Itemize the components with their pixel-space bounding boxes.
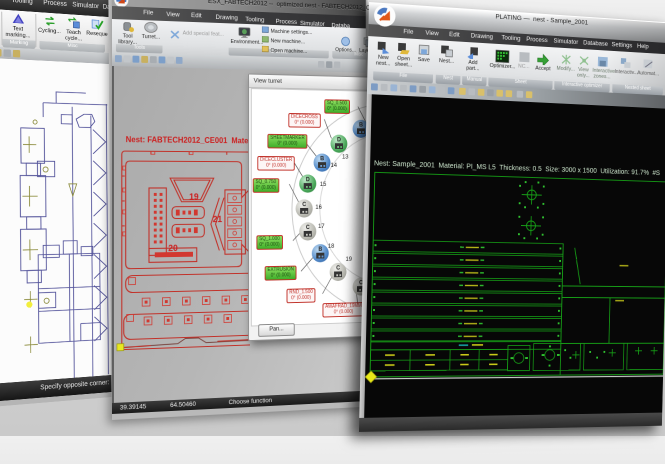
svg-text:20: 20 (168, 243, 178, 253)
svg-text:19: 19 (189, 192, 198, 202)
svg-text:Nest: Sample_2001 Material: P: Nest: Sample_2001 Material: PI_MS L5 Thi… (374, 159, 660, 177)
svg-text:21: 21 (213, 214, 222, 224)
svg-text:Nest: FABTECH2012_CE001 Mater: Nest: FABTECH2012_CE001 Material: (126, 135, 262, 145)
